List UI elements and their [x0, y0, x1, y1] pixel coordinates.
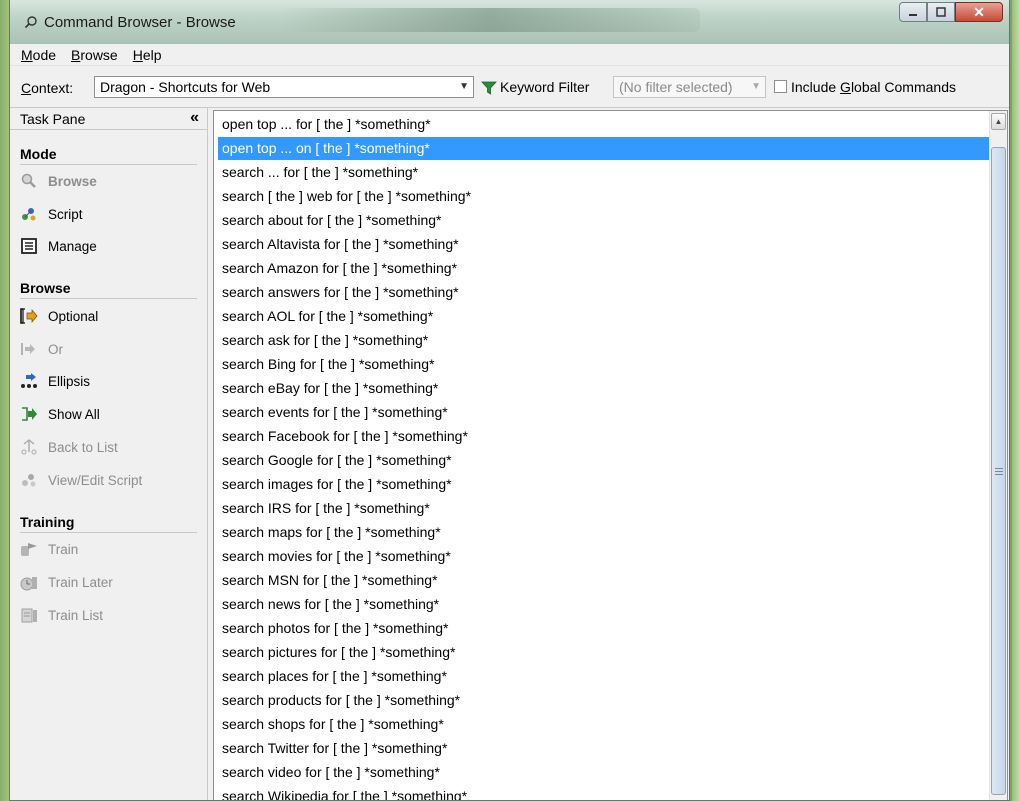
browse-item-view-edit-script[interactable]: View/Edit Script [20, 468, 142, 492]
training-item-train-later[interactable]: Train Later [20, 570, 113, 594]
command-row[interactable]: search Altavista for [ the ] *something* [218, 233, 990, 256]
optional-bracket-arrow-icon [20, 307, 38, 325]
command-row[interactable]: search products for [ the ] *something* [218, 689, 990, 712]
close-icon: ✕ [973, 3, 985, 20]
command-row[interactable]: search places for [ the ] *something* [218, 665, 990, 688]
keyword-filter-button[interactable]: Keyword Filter [500, 79, 589, 95]
browse-item-ellipsis[interactable]: Ellipsis [20, 369, 90, 393]
manage-icon [20, 237, 38, 255]
magnifier-icon [20, 172, 38, 190]
title-bar-glass [280, 8, 700, 32]
command-row[interactable]: search pictures for [ the ] *something* [218, 641, 990, 664]
grip-icon [995, 468, 1003, 475]
task-pane-title: Task Pane [20, 111, 86, 127]
browse-item-back-to-list[interactable]: Back to List [20, 435, 118, 459]
context-dropdown[interactable]: Dragon - Shortcuts for Web ▼ [94, 76, 474, 98]
window-title: Command Browser - Browse [44, 14, 236, 31]
command-row[interactable]: search Wikipedia for [ the ] *something* [218, 785, 990, 800]
menu-browse[interactable]: Browse [71, 47, 118, 63]
context-toolbar: Context: Dragon - Shortcuts for Web ▼ Ke… [10, 66, 1009, 108]
menu-bar: Mode Browse Help [10, 44, 1009, 66]
command-row[interactable]: search ... for [ the ] *something* [218, 161, 990, 184]
section-divider [20, 532, 197, 533]
collapse-pane-icon[interactable]: « [190, 109, 199, 127]
command-browser-window: Command Browser - Browse ✕ Mode Browse H… [9, 0, 1010, 801]
command-row[interactable]: search Bing for [ the ] *something* [218, 353, 990, 376]
search-icon [24, 16, 37, 29]
command-row[interactable]: search video for [ the ] *something* [218, 761, 990, 784]
minimize-button[interactable] [899, 2, 927, 22]
minimize-icon [909, 14, 917, 16]
command-row[interactable]: search Google for [ the ] *something* [218, 449, 990, 472]
menu-mode[interactable]: Mode [21, 47, 56, 63]
section-heading-training: Training [20, 514, 75, 530]
mode-item-manage[interactable]: Manage [20, 234, 97, 258]
section-divider [20, 298, 197, 299]
browse-item-show-all[interactable]: Show All [20, 402, 100, 426]
command-row[interactable]: open top ... on [ the ] *something* [218, 137, 990, 160]
or-arrow-icon [20, 340, 38, 358]
train-later-icon [20, 573, 38, 591]
mode-item-browse[interactable]: Browse [20, 169, 97, 193]
back-to-list-icon [20, 438, 38, 456]
desktop-background-right [1012, 0, 1020, 801]
training-item-train[interactable]: Train [20, 537, 78, 561]
browse-item-optional[interactable]: Optional [20, 304, 98, 328]
menu-help[interactable]: Help [133, 47, 162, 63]
chevron-down-icon: ▼ [459, 81, 469, 92]
command-row[interactable]: search events for [ the ] *something* [218, 401, 990, 424]
command-row[interactable]: search Twitter for [ the ] *something* [218, 737, 990, 760]
section-heading-mode: Mode [20, 146, 57, 162]
command-row[interactable]: search movies for [ the ] *something* [218, 545, 990, 568]
funnel-filter-icon[interactable] [481, 80, 497, 96]
maximize-button[interactable] [927, 2, 955, 22]
chevron-down-icon: ▼ [751, 81, 761, 92]
command-list[interactable]: open top ... for [ the ] *something* open… [213, 110, 1008, 800]
train-list-icon [20, 606, 38, 624]
command-row[interactable]: search MSN for [ the ] *something* [218, 569, 990, 592]
scroll-up-button[interactable]: ▲ [991, 113, 1006, 130]
command-row[interactable]: search news for [ the ] *something* [218, 593, 990, 616]
task-pane: Task Pane « Mode Browse Script Manage Br… [10, 108, 208, 800]
command-row[interactable]: search eBay for [ the ] *something* [218, 377, 990, 400]
context-label: Context: [21, 80, 74, 96]
mode-item-script[interactable]: Script [20, 202, 83, 226]
command-row[interactable]: search shops for [ the ] *something* [218, 713, 990, 736]
window-controls: ✕ [899, 2, 1003, 22]
command-row[interactable]: search answers for [ the ] *something* [218, 281, 990, 304]
script-icon [20, 205, 38, 223]
context-dropdown-value: Dragon - Shortcuts for Web [100, 79, 271, 95]
train-icon [20, 540, 38, 558]
keyword-filter-dropdown[interactable]: (No filter selected) ▼ [613, 76, 766, 98]
section-divider [20, 164, 197, 165]
task-pane-header: Task Pane « [10, 108, 207, 130]
command-row[interactable]: search images for [ the ] *something* [218, 473, 990, 496]
chevron-up-icon: ▲ [994, 117, 1003, 126]
close-button[interactable]: ✕ [955, 2, 1003, 22]
keyword-filter-value: (No filter selected) [619, 79, 733, 95]
ellipsis-icon [20, 372, 38, 390]
maximize-icon [936, 7, 946, 17]
scroll-thumb[interactable] [991, 147, 1006, 795]
command-row[interactable]: search maps for [ the ] *something* [218, 521, 990, 544]
command-row[interactable]: search Amazon for [ the ] *something* [218, 257, 990, 280]
training-item-train-list[interactable]: Train List [20, 603, 103, 627]
title-bar[interactable]: Command Browser - Browse ✕ [10, 0, 1009, 44]
command-row[interactable]: search ask for [ the ] *something* [218, 329, 990, 352]
include-global-commands-label[interactable]: Include Global Commands [791, 79, 956, 95]
command-row[interactable]: search about for [ the ] *something* [218, 209, 990, 232]
view-edit-script-icon [20, 471, 38, 489]
browse-item-or[interactable]: Or [20, 337, 63, 361]
command-row[interactable]: search IRS for [ the ] *something* [218, 497, 990, 520]
include-global-commands-checkbox[interactable] [774, 80, 787, 93]
command-row[interactable]: search Facebook for [ the ] *something* [218, 425, 990, 448]
command-row[interactable]: open top ... for [ the ] *something* [218, 113, 990, 136]
section-heading-browse: Browse [20, 280, 71, 296]
command-row[interactable]: search AOL for [ the ] *something* [218, 305, 990, 328]
command-row[interactable]: search [ the ] web for [ the ] *somethin… [218, 185, 990, 208]
command-row[interactable]: search photos for [ the ] *something* [218, 617, 990, 640]
vertical-scrollbar[interactable]: ▲ [989, 111, 1007, 800]
show-all-icon [20, 405, 38, 423]
